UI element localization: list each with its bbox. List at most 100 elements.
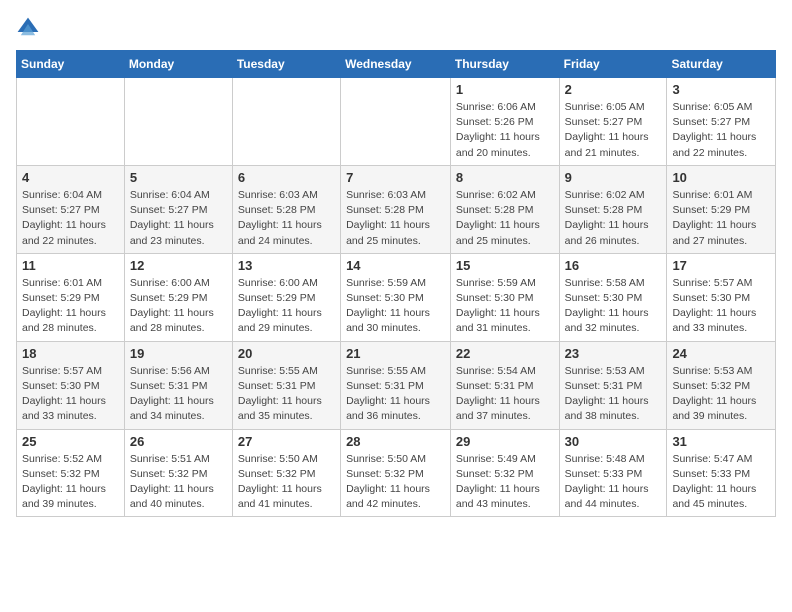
weekday-header-row: SundayMondayTuesdayWednesdayThursdayFrid… — [17, 51, 776, 78]
day-cell — [341, 78, 451, 166]
day-number: 9 — [565, 170, 662, 185]
day-cell: 2Sunrise: 6:05 AMSunset: 5:27 PMDaylight… — [559, 78, 667, 166]
day-info: Sunrise: 5:54 AMSunset: 5:31 PMDaylight:… — [456, 364, 554, 425]
weekday-header-tuesday: Tuesday — [232, 51, 340, 78]
day-info: Sunrise: 5:59 AMSunset: 5:30 PMDaylight:… — [456, 276, 554, 337]
day-info: Sunrise: 5:53 AMSunset: 5:32 PMDaylight:… — [672, 364, 770, 425]
day-number: 22 — [456, 346, 554, 361]
weekday-header-friday: Friday — [559, 51, 667, 78]
day-number: 4 — [22, 170, 119, 185]
day-number: 1 — [456, 82, 554, 97]
logo-icon — [16, 16, 40, 40]
day-info: Sunrise: 5:50 AMSunset: 5:32 PMDaylight:… — [238, 452, 335, 513]
day-info: Sunrise: 6:02 AMSunset: 5:28 PMDaylight:… — [565, 188, 662, 249]
week-row-5: 25 Sunrise: 5:52 AMSunset: 5:32 PMDayligh… — [17, 429, 776, 517]
day-number: 26 — [130, 434, 227, 449]
day-info: Sunrise: 5:57 AMSunset: 5:30 PMDaylight:… — [22, 364, 119, 425]
day-number: 8 — [456, 170, 554, 185]
day-cell: 27 Sunrise: 5:50 AMSunset: 5:32 PMDayligh… — [232, 429, 340, 517]
day-number: 13 — [238, 258, 335, 273]
day-number: 16 — [565, 258, 662, 273]
day-cell: 4 Sunrise: 6:04 AMSunset: 5:27 PMDaylight… — [17, 165, 125, 253]
day-number: 11 — [22, 258, 119, 273]
day-info: Sunrise: 5:56 AMSunset: 5:31 PMDaylight:… — [130, 364, 227, 425]
day-cell: 20 Sunrise: 5:55 AMSunset: 5:31 PMDayligh… — [232, 341, 340, 429]
day-number: 21 — [346, 346, 445, 361]
day-cell: 1 Sunrise: 6:06 AMSunset: 5:26 PMDaylight… — [450, 78, 559, 166]
day-info: Sunrise: 5:58 AMSunset: 5:30 PMDaylight:… — [565, 276, 662, 337]
day-cell: 24 Sunrise: 5:53 AMSunset: 5:32 PMDayligh… — [667, 341, 776, 429]
day-number: 18 — [22, 346, 119, 361]
day-cell: 28 Sunrise: 5:50 AMSunset: 5:32 PMDayligh… — [341, 429, 451, 517]
day-number: 17 — [672, 258, 770, 273]
day-number: 27 — [238, 434, 335, 449]
day-number: 28 — [346, 434, 445, 449]
day-cell: 19 Sunrise: 5:56 AMSunset: 5:31 PMDayligh… — [124, 341, 232, 429]
day-number: 7 — [346, 170, 445, 185]
week-row-3: 11 Sunrise: 6:01 AMSunset: 5:29 PMDayligh… — [17, 253, 776, 341]
day-info: Sunrise: 5:52 AMSunset: 5:32 PMDaylight:… — [22, 452, 119, 513]
day-cell — [17, 78, 125, 166]
day-cell: 13 Sunrise: 6:00 AMSunset: 5:29 PMDayligh… — [232, 253, 340, 341]
day-info: Sunrise: 5:55 AMSunset: 5:31 PMDaylight:… — [346, 364, 445, 425]
day-info: Sunrise: 6:06 AMSunset: 5:26 PMDaylight:… — [456, 100, 554, 161]
day-number: 3 — [672, 82, 770, 97]
day-cell — [124, 78, 232, 166]
day-info: Sunrise: 6:04 AMSunset: 5:27 PMDaylight:… — [22, 188, 119, 249]
day-cell: 23Sunrise: 5:53 AMSunset: 5:31 PMDayligh… — [559, 341, 667, 429]
day-info: Sunrise: 6:01 AMSunset: 5:29 PMDaylight:… — [22, 276, 119, 337]
day-info: Sunrise: 6:03 AMSunset: 5:28 PMDaylight:… — [238, 188, 335, 249]
day-number: 31 — [672, 434, 770, 449]
day-cell — [232, 78, 340, 166]
day-info: Sunrise: 6:05 AMSunset: 5:27 PMDaylight:… — [672, 100, 770, 161]
weekday-header-sunday: Sunday — [17, 51, 125, 78]
day-info: Sunrise: 5:55 AMSunset: 5:31 PMDaylight:… — [238, 364, 335, 425]
day-info: Sunrise: 6:00 AMSunset: 5:29 PMDaylight:… — [238, 276, 335, 337]
day-info: Sunrise: 6:02 AMSunset: 5:28 PMDaylight:… — [456, 188, 554, 249]
day-info: Sunrise: 5:59 AMSunset: 5:30 PMDaylight:… — [346, 276, 445, 337]
day-number: 15 — [456, 258, 554, 273]
day-info: Sunrise: 5:53 AMSunset: 5:31 PMDaylight:… — [565, 364, 662, 425]
day-cell: 14Sunrise: 5:59 AMSunset: 5:30 PMDayligh… — [341, 253, 451, 341]
day-cell: 5 Sunrise: 6:04 AMSunset: 5:27 PMDaylight… — [124, 165, 232, 253]
day-number: 20 — [238, 346, 335, 361]
day-info: Sunrise: 5:50 AMSunset: 5:32 PMDaylight:… — [346, 452, 445, 513]
day-cell: 6 Sunrise: 6:03 AMSunset: 5:28 PMDaylight… — [232, 165, 340, 253]
day-cell: 11 Sunrise: 6:01 AMSunset: 5:29 PMDayligh… — [17, 253, 125, 341]
day-number: 19 — [130, 346, 227, 361]
day-cell: 30Sunrise: 5:48 AMSunset: 5:33 PMDayligh… — [559, 429, 667, 517]
page-header — [16, 16, 776, 40]
day-info: Sunrise: 6:00 AMSunset: 5:29 PMDaylight:… — [130, 276, 227, 337]
day-number: 12 — [130, 258, 227, 273]
day-info: Sunrise: 6:03 AMSunset: 5:28 PMDaylight:… — [346, 188, 445, 249]
weekday-header-thursday: Thursday — [450, 51, 559, 78]
week-row-2: 4 Sunrise: 6:04 AMSunset: 5:27 PMDaylight… — [17, 165, 776, 253]
day-cell: 10Sunrise: 6:01 AMSunset: 5:29 PMDayligh… — [667, 165, 776, 253]
weekday-header-saturday: Saturday — [667, 51, 776, 78]
day-cell: 9 Sunrise: 6:02 AMSunset: 5:28 PMDaylight… — [559, 165, 667, 253]
day-number: 25 — [22, 434, 119, 449]
day-cell: 7 Sunrise: 6:03 AMSunset: 5:28 PMDaylight… — [341, 165, 451, 253]
day-info: Sunrise: 5:47 AMSunset: 5:33 PMDaylight:… — [672, 452, 770, 513]
day-number: 6 — [238, 170, 335, 185]
day-cell: 15 Sunrise: 5:59 AMSunset: 5:30 PMDayligh… — [450, 253, 559, 341]
day-cell: 26 Sunrise: 5:51 AMSunset: 5:32 PMDayligh… — [124, 429, 232, 517]
day-number: 29 — [456, 434, 554, 449]
day-info: Sunrise: 5:51 AMSunset: 5:32 PMDaylight:… — [130, 452, 227, 513]
day-cell: 21 Sunrise: 5:55 AMSunset: 5:31 PMDayligh… — [341, 341, 451, 429]
day-cell: 22 Sunrise: 5:54 AMSunset: 5:31 PMDayligh… — [450, 341, 559, 429]
day-cell: 25 Sunrise: 5:52 AMSunset: 5:32 PMDayligh… — [17, 429, 125, 517]
day-info: Sunrise: 5:48 AMSunset: 5:33 PMDaylight:… — [565, 452, 662, 513]
day-cell: 3 Sunrise: 6:05 AMSunset: 5:27 PMDaylight… — [667, 78, 776, 166]
day-cell: 18 Sunrise: 5:57 AMSunset: 5:30 PMDayligh… — [17, 341, 125, 429]
day-info: Sunrise: 5:57 AMSunset: 5:30 PMDaylight:… — [672, 276, 770, 337]
day-number: 24 — [672, 346, 770, 361]
day-number: 5 — [130, 170, 227, 185]
day-info: Sunrise: 6:04 AMSunset: 5:27 PMDaylight:… — [130, 188, 227, 249]
day-info: Sunrise: 6:05 AMSunset: 5:27 PMDaylight:… — [565, 100, 662, 161]
day-cell: 8 Sunrise: 6:02 AMSunset: 5:28 PMDaylight… — [450, 165, 559, 253]
weekday-header-wednesday: Wednesday — [341, 51, 451, 78]
day-number: 10 — [672, 170, 770, 185]
day-cell: 16 Sunrise: 5:58 AMSunset: 5:30 PMDayligh… — [559, 253, 667, 341]
day-cell: 31 Sunrise: 5:47 AMSunset: 5:33 PMDayligh… — [667, 429, 776, 517]
